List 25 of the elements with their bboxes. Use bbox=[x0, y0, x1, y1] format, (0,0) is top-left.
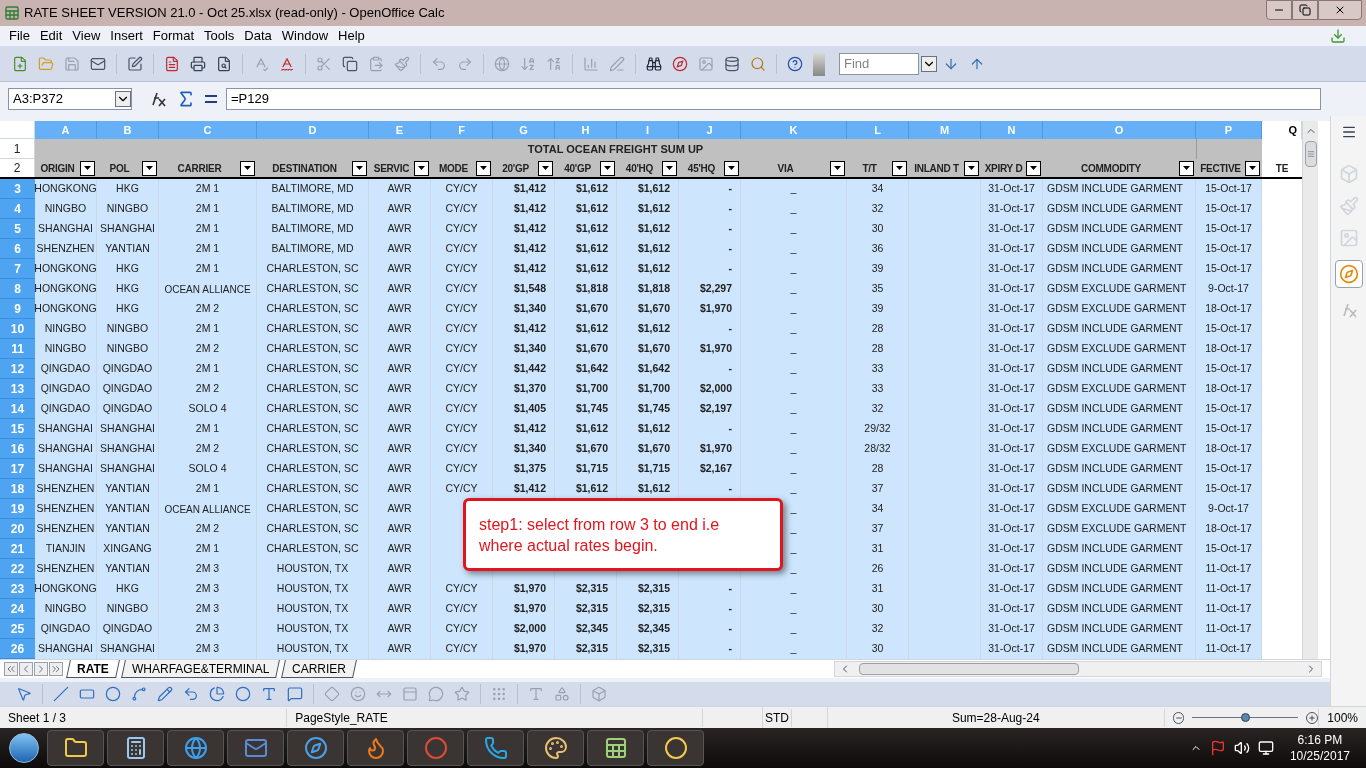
column-label: 45'HQ bbox=[686, 161, 717, 176]
column-label: INLAND T bbox=[913, 161, 960, 176]
column-label: ORIGIN bbox=[39, 161, 76, 176]
table-title: TOTAL OCEAN FREIGHT SUM UP bbox=[35, 139, 1196, 159]
sum-readout: Sum=28-Aug-24 bbox=[827, 708, 1165, 727]
page-style: PageStyle_RATE bbox=[287, 708, 704, 727]
window-title: RATE SHEET VERSION 21.0 - Oct 25.xlsx (read-only) - OpenOffice Calc bbox=[24, 4, 445, 23]
column-label: SERVIC bbox=[372, 161, 411, 176]
column-label: POL bbox=[108, 161, 131, 176]
column-label: 40'HQ bbox=[624, 161, 655, 176]
column-label: COMMODITY bbox=[1080, 161, 1142, 176]
column-label: XPIRY D bbox=[983, 161, 1024, 176]
callout-tooltip: step1: select from row 3 to end i.e where actual rates begin. bbox=[463, 498, 783, 571]
column-label: MODE bbox=[438, 161, 469, 176]
column-label: FECTIVE bbox=[1199, 161, 1242, 176]
column-label: 40'GP bbox=[563, 161, 592, 176]
column-label: 20'GP bbox=[501, 161, 530, 176]
column-label: VIA bbox=[776, 161, 795, 176]
sheet-indicator: Sheet 1 / 3 bbox=[0, 708, 288, 727]
zoom-readout: 100% bbox=[1318, 708, 1366, 727]
column-label: TE bbox=[1274, 161, 1290, 176]
selection-mode: STD bbox=[762, 708, 793, 727]
column-label: T/T bbox=[861, 161, 878, 176]
column-label: DESTINATION bbox=[271, 161, 338, 176]
column-label: CARRIER bbox=[176, 161, 223, 176]
